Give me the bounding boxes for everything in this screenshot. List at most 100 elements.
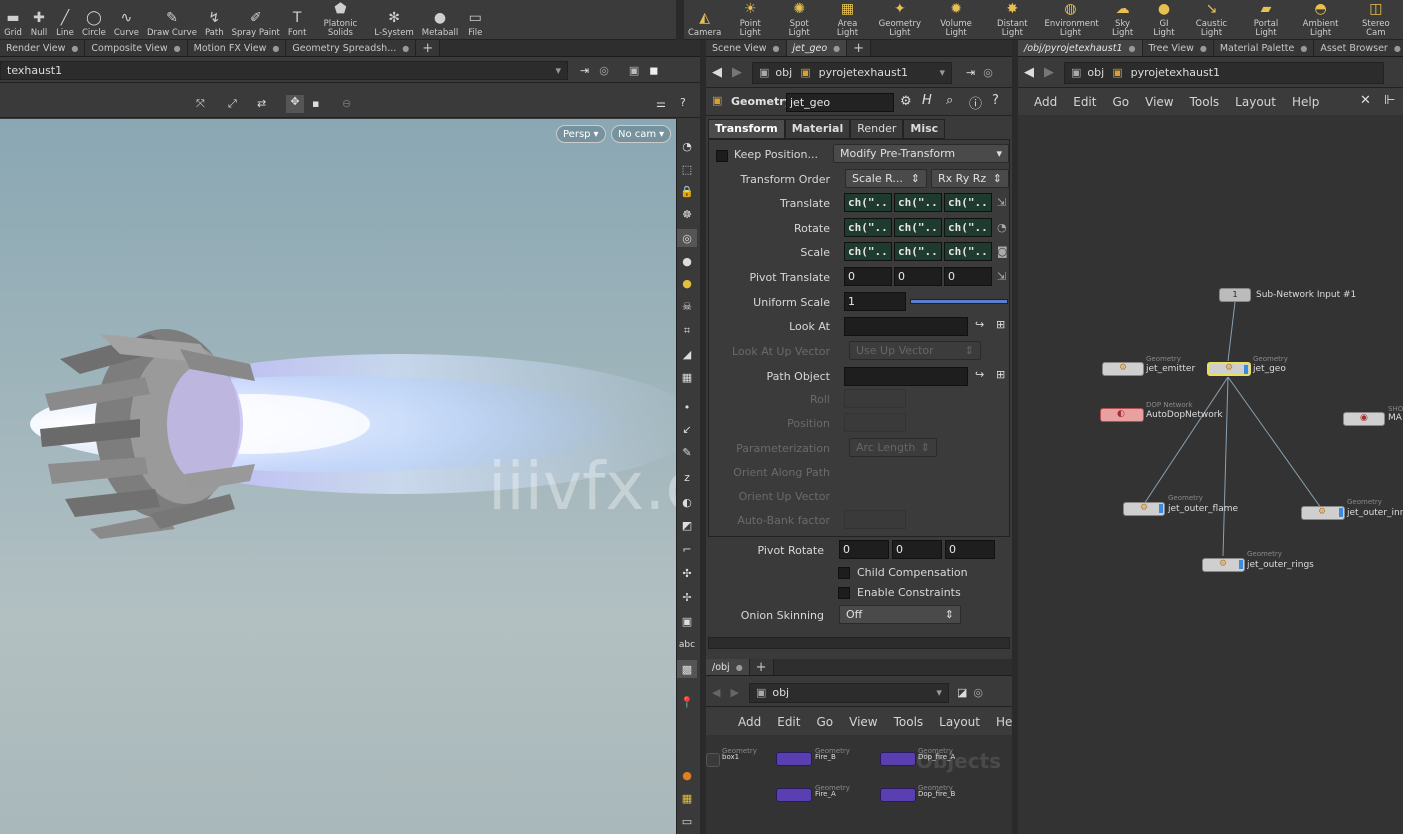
tab-material-palette[interactable]: Material Palette ● (1213, 40, 1315, 56)
dop-fire-a-node[interactable] (880, 752, 916, 766)
shelf-tool-platonic[interactable]: ⬟ Platonic Solids (310, 0, 370, 38)
viewport[interactable]: iiivfx.com Persp▾ No cam▾ (0, 119, 676, 834)
mat-node[interactable]: ◉ (1343, 412, 1385, 426)
subnet-input-node[interactable]: 1 (1219, 288, 1251, 302)
menu-edit[interactable]: Edit (1065, 95, 1104, 109)
right-forward-icon[interactable]: ▶ (1044, 65, 1054, 80)
scale-x-field[interactable]: ch(".. (844, 242, 892, 261)
rotate-handle-icon[interactable]: ◔ (997, 221, 1007, 234)
shelf-tool-file[interactable]: ▭ File (462, 0, 488, 38)
look-at-jump-icon[interactable]: ↪ (975, 318, 984, 331)
uniform-scale-field[interactable]: 1 (844, 292, 906, 311)
shelf-tool-spray-paint[interactable]: ✐ Spray Paint (228, 0, 284, 38)
side-tool-13[interactable]: ↙ (677, 420, 697, 438)
side-tool-19[interactable]: ✣ (677, 564, 697, 582)
shelf-tool-draw-curve[interactable]: ✎ Draw Curve (143, 0, 201, 38)
tab-tree-view[interactable]: Tree View ● (1142, 40, 1214, 56)
menu-view[interactable]: View (1137, 95, 1181, 109)
jet-outer-rings-node[interactable]: ⚙ (1202, 558, 1245, 572)
network-editor[interactable] (1018, 115, 1403, 834)
translate-x-field[interactable]: ch(".. (844, 193, 892, 212)
menu-go[interactable]: Go (808, 715, 841, 729)
shelf-tool-sky-light[interactable]: ☁ Sky Light (1100, 0, 1144, 38)
bottom-path-field[interactable]: ▣ obj ▾ (748, 682, 949, 703)
jet-geo-node[interactable]: ⚙ (1207, 362, 1251, 376)
side-tool-15[interactable]: z (677, 468, 697, 486)
dop-fire-b-node[interactable] (880, 788, 916, 802)
side-tool-11[interactable]: ▦ (677, 368, 697, 386)
pivot-translate-z-field[interactable]: 0 (944, 267, 992, 286)
transform-icon[interactable]: ⇄ (257, 97, 266, 110)
layout-icon[interactable]: ⊩ (1384, 93, 1395, 108)
menu-view[interactable]: View (841, 715, 885, 729)
rotate-order-menu[interactable]: Rx Ry Rz ⇕ (931, 169, 1009, 188)
tab-obj[interactable]: /obj ● (706, 659, 750, 675)
shelf-tool-spot-light[interactable]: ✺ Spot Light (775, 0, 823, 38)
look-at-chooser-icon[interactable]: ⊞ (996, 318, 1005, 331)
skull-icon[interactable]: ☠ (677, 297, 697, 315)
shelf-tool-curve[interactable]: ∿ Curve (110, 0, 143, 38)
rotate-z-field[interactable]: ch(".. (944, 218, 992, 237)
menu-edit[interactable]: Edit (769, 715, 808, 729)
shelf-tool-path[interactable]: ↯ Path (201, 0, 228, 38)
shelf-tool-metaball[interactable]: ● Metaball (418, 0, 462, 38)
fire-a-node[interactable] (776, 788, 812, 802)
shelf-tool-font[interactable]: T Font (284, 0, 311, 38)
text-tool-icon[interactable]: abc (677, 636, 697, 654)
menu-go[interactable]: Go (1104, 95, 1137, 109)
tab-motion-fx-view[interactable]: Motion FX View ● (187, 40, 287, 56)
gear-icon[interactable]: ⚙ (900, 94, 912, 109)
forward-icon[interactable]: ▶ (732, 65, 742, 80)
shelf-tool-area-light[interactable]: ▦ Area Light (823, 0, 871, 38)
side-tool-25[interactable]: ● (677, 766, 697, 784)
display-options-icon[interactable]: ⚌ (656, 97, 666, 110)
camera-menu[interactable]: No cam ▾ (611, 125, 672, 143)
snapshot-icon[interactable]: ◼ (649, 64, 658, 77)
pivot-rotate-x-field[interactable]: 0 (839, 540, 889, 559)
side-tool-26[interactable]: ▦ (677, 789, 697, 807)
help-icon[interactable]: ? (680, 96, 686, 109)
side-tool-23[interactable]: ▩ (677, 660, 697, 678)
side-tool-12[interactable]: • (677, 398, 697, 416)
tab-network-path[interactable]: /obj/pyrojetexhaust1 ● (1018, 40, 1143, 56)
menu-add[interactable]: Add (1026, 95, 1065, 109)
shelf-tool-circle[interactable]: ◯ Circle (78, 0, 110, 38)
shelf-tool-portal-light[interactable]: ▰ Portal Light (1240, 0, 1293, 38)
handle-icon[interactable]: ⤧ (196, 97, 205, 111)
light-icon[interactable]: ● (677, 252, 697, 270)
side-tool-18[interactable]: ⌐ (677, 540, 697, 558)
path-jump-icon[interactable]: ↪ (975, 368, 984, 381)
snap-icon[interactable]: ✥ (286, 95, 304, 113)
tab-asset-browser[interactable]: Asset Browser ● (1314, 40, 1403, 56)
bottom-link-icon[interactable]: ◎ (973, 686, 983, 699)
h-icon[interactable]: H (922, 93, 932, 108)
translate-y-field[interactable]: ch(".. (894, 193, 942, 212)
tab-transform[interactable]: Transform (708, 119, 785, 139)
side-tool-17[interactable]: ◩ (677, 516, 697, 534)
translate-handle-icon[interactable]: ⇲ (997, 196, 1006, 209)
pivot-rotate-y-field[interactable]: 0 (892, 540, 942, 559)
jet-emitter-node[interactable]: ⚙ (1102, 362, 1144, 376)
shelf-tool-geometry-light[interactable]: ✦ Geometry Light (872, 0, 928, 38)
scale-z-field[interactable]: ch(".. (944, 242, 992, 261)
jet-outer-flame-node[interactable]: ⚙ (1123, 502, 1165, 516)
shelf-tool-stereo-camera[interactable]: ◫ Stereo Cam (1349, 0, 1403, 38)
child-comp-checkbox[interactable] (838, 567, 850, 579)
shelf-tool-lsystem[interactable]: ✻ L-System (370, 0, 417, 38)
bottom-add-tab[interactable]: + (749, 659, 774, 675)
mid-path-field[interactable]: ▣ obj ▣ pyrojetexhaust1 ▾ (752, 61, 952, 84)
pin-icon-mid[interactable]: ⇥ (966, 66, 975, 79)
side-tool-2[interactable]: ⬚ (677, 160, 697, 178)
pivot-translate-y-field[interactable]: 0 (894, 267, 942, 286)
shelf-tool-camera[interactable]: ◭ Camera (684, 0, 725, 38)
scale-handle-icon[interactable]: ◙ (997, 245, 1008, 258)
jet-outer-inner-node[interactable]: ⚙ (1301, 506, 1345, 520)
side-tool-27[interactable]: ▭ (677, 812, 697, 830)
shelf-tool-grid[interactable]: ▬ Grid (0, 0, 26, 38)
param-node-name[interactable]: jet_geo (786, 93, 894, 112)
tab-render[interactable]: Render (850, 119, 904, 139)
look-at-field[interactable] (844, 317, 968, 336)
path-chooser-icon[interactable]: ⊞ (996, 368, 1005, 381)
right-path-field[interactable]: ▣ obj ▣ pyrojetexhaust1 (1064, 61, 1384, 84)
shelf-tool-caustic-light[interactable]: ↘ Caustic Light (1183, 0, 1239, 38)
